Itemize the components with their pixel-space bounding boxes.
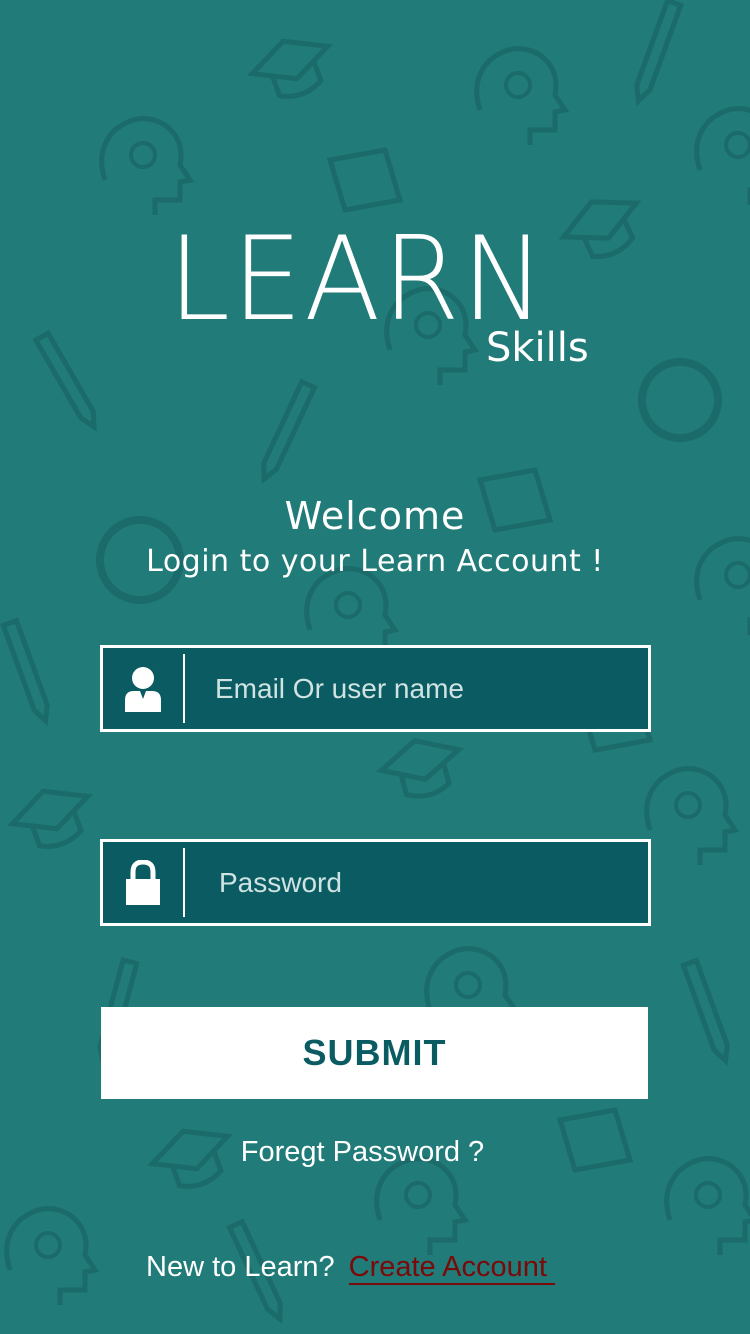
logo-subtitle: Skills: [486, 325, 589, 371]
password-field[interactable]: [100, 839, 651, 926]
lock-icon: [103, 842, 183, 923]
email-field[interactable]: [100, 645, 651, 732]
signup-prompt: New to Learn?: [146, 1251, 335, 1283]
welcome-subtitle: Login to your Learn Account !: [146, 544, 604, 579]
create-account-link[interactable]: Create Account: [348, 1251, 555, 1285]
user-icon: [103, 648, 183, 729]
welcome-title: Welcome: [284, 494, 466, 538]
submit-button[interactable]: SUBMIT: [101, 1007, 648, 1099]
email-input[interactable]: [185, 648, 648, 729]
app-logo: LEARN Skills: [168, 222, 598, 382]
logo-title: LEARN: [168, 212, 547, 347]
password-input[interactable]: [185, 842, 648, 923]
signup-row: New to Learn? Create Account: [146, 1248, 555, 1288]
forgot-password-link[interactable]: Foregt Password ?: [0, 1134, 725, 1170]
